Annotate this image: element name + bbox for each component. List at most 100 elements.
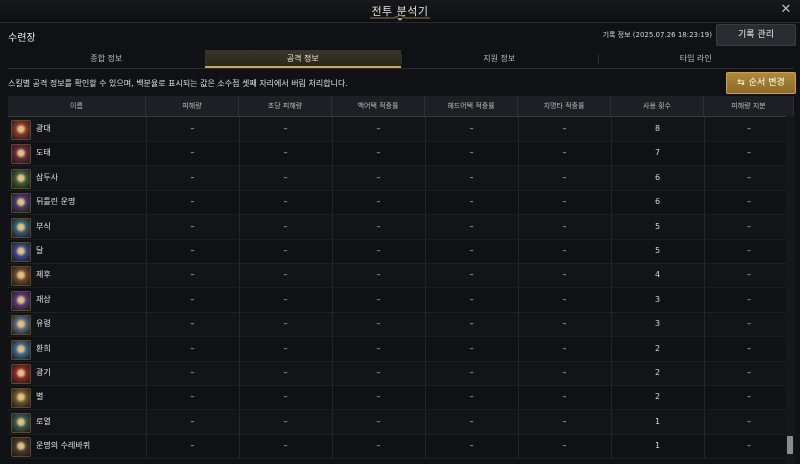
cell-2: – [283, 246, 288, 255]
cell-3: – [376, 148, 381, 158]
cell-5: – [562, 172, 567, 182]
cell-5: – [562, 197, 567, 207]
cell-4: – [469, 392, 474, 402]
skill-icon [11, 168, 31, 189]
cell-1: – [190, 270, 195, 280]
skill-name: 제후 [36, 270, 51, 280]
record-manage-button[interactable]: 기록 관리 [716, 24, 796, 46]
cell-6: 5 [654, 246, 661, 255]
hint-text: 스킬별 공격 정보를 확인할 수 있으며, 백분율로 표시되는 값은 소수점 셋… [8, 79, 348, 88]
cell-2: – [283, 441, 288, 451]
cell-7: – [747, 319, 751, 329]
cell-3: – [376, 197, 381, 207]
cell-4: – [469, 319, 474, 329]
column-header-5[interactable]: 치명타 적중률 [518, 96, 611, 116]
table-row[interactable]: 도태 – – – – – 7 – [8, 141, 794, 167]
tab-separator [401, 54, 402, 64]
skill-icon [11, 266, 31, 287]
column-header-3[interactable]: 백어택 적중률 [332, 96, 425, 116]
cell-4: – [469, 368, 474, 377]
table-row[interactable]: 재상 – – – – – 3 – [8, 287, 794, 313]
cell-5: – [562, 392, 567, 402]
tab-separator [597, 54, 599, 64]
cell-5: – [562, 343, 567, 353]
cell-2: – [283, 294, 288, 304]
cell-3: – [376, 343, 381, 353]
cell-4: – [469, 148, 474, 158]
column-header-6[interactable]: 사용 횟수 [611, 96, 704, 116]
tab-2[interactable]: 지원 정보 [401, 50, 598, 68]
cell-1: – [190, 172, 195, 182]
cell-5: – [562, 416, 567, 426]
cell-7: – [747, 294, 751, 304]
cell-6: 2 [654, 343, 661, 353]
header: 수련장 기록 정보 (2025.07.26 18:23:19) 기록 관리 [0, 22, 800, 46]
skill-name: 광기 [36, 368, 51, 377]
table-row[interactable]: 뒤틀린 운명 – – – – – 6 – [8, 190, 794, 216]
table-row[interactable]: 로열 – – – – – 1 – [8, 409, 794, 435]
table-row[interactable]: 환희 – – – – – 2 – [8, 336, 794, 362]
cell-7: – [747, 148, 751, 158]
cell-5: – [562, 441, 567, 451]
skill-name: 재상 [36, 294, 51, 304]
skill-name: 별 [36, 392, 44, 402]
cell-1: – [190, 392, 195, 402]
cell-5: – [562, 294, 567, 304]
cell-1: – [190, 221, 195, 231]
table-row[interactable]: 제후 – – – – – 4 – [8, 263, 794, 289]
order-change-button[interactable]: ⇆ 순서 변경 [726, 72, 796, 94]
cell-6: 7 [654, 148, 661, 158]
skill-icon [11, 217, 31, 238]
skill-icon [11, 242, 31, 262]
tab-3[interactable]: 타임 라인 [598, 50, 795, 68]
tab-bar: 종합 정보 공격 정보 지원 정보 타임 라인 [8, 50, 794, 69]
cell-5: – [562, 246, 567, 255]
column-header-7[interactable]: 피해량 지분 [704, 96, 794, 116]
skill-icon [11, 144, 31, 165]
cell-2: – [283, 221, 288, 231]
cell-2: – [283, 148, 288, 158]
table-row[interactable]: 운명의 수레바퀴 – – – – – 1 – [8, 434, 794, 460]
table-row[interactable]: 광기 – – – – – 2 – [8, 361, 794, 386]
cell-4: – [469, 416, 474, 426]
cell-3: – [376, 294, 381, 304]
table-row[interactable]: 삼두사 – – – – – 6 – [8, 165, 794, 191]
skill-name: 로열 [36, 416, 51, 426]
tab-separator [204, 54, 206, 64]
cell-4: – [469, 270, 474, 280]
tab-0[interactable]: 종합 정보 [8, 50, 205, 68]
cell-5: – [562, 368, 567, 377]
cell-7: – [747, 270, 751, 280]
cell-1: – [190, 416, 195, 426]
cell-6: 1 [654, 441, 661, 451]
cell-6: 8 [654, 124, 661, 133]
table-row[interactable]: 광대 – – – – – 8 – [8, 117, 794, 142]
column-header-1[interactable]: 피해량 [146, 96, 239, 116]
column-header-2[interactable]: 초당 피해량 [239, 96, 332, 116]
table-row[interactable]: 달 – – – – – 5 – [8, 239, 794, 264]
column-header-4[interactable]: 헤드어택 적중률 [425, 96, 518, 116]
close-icon[interactable]: ✕ [778, 2, 794, 18]
cell-6: 2 [654, 368, 661, 377]
skill-name: 광대 [36, 124, 51, 133]
cell-6: 2 [654, 392, 661, 402]
scrollbar[interactable] [786, 116, 794, 464]
cell-2: – [283, 392, 288, 402]
cell-5: – [562, 319, 567, 329]
cell-3: – [376, 416, 381, 426]
tab-1[interactable]: 공격 정보 [204, 50, 401, 68]
cell-6: 3 [654, 294, 661, 304]
cell-1: – [190, 343, 195, 353]
cell-7: – [747, 172, 751, 182]
skill-name: 부식 [36, 221, 51, 231]
table-row[interactable]: 별 – – – – – 2 – [8, 385, 794, 411]
cell-1: – [190, 319, 195, 329]
scroll-thumb[interactable] [787, 436, 793, 454]
cell-1: – [190, 368, 195, 377]
cell-2: – [283, 343, 288, 353]
table-row[interactable]: 부식 – – – – – 5 – [8, 214, 794, 240]
column-header-0[interactable]: 이름 [8, 96, 146, 116]
table-row[interactable]: 유령 – – – – – 3 – [8, 312, 794, 338]
cell-3: – [376, 172, 381, 182]
cell-4: – [469, 124, 474, 133]
